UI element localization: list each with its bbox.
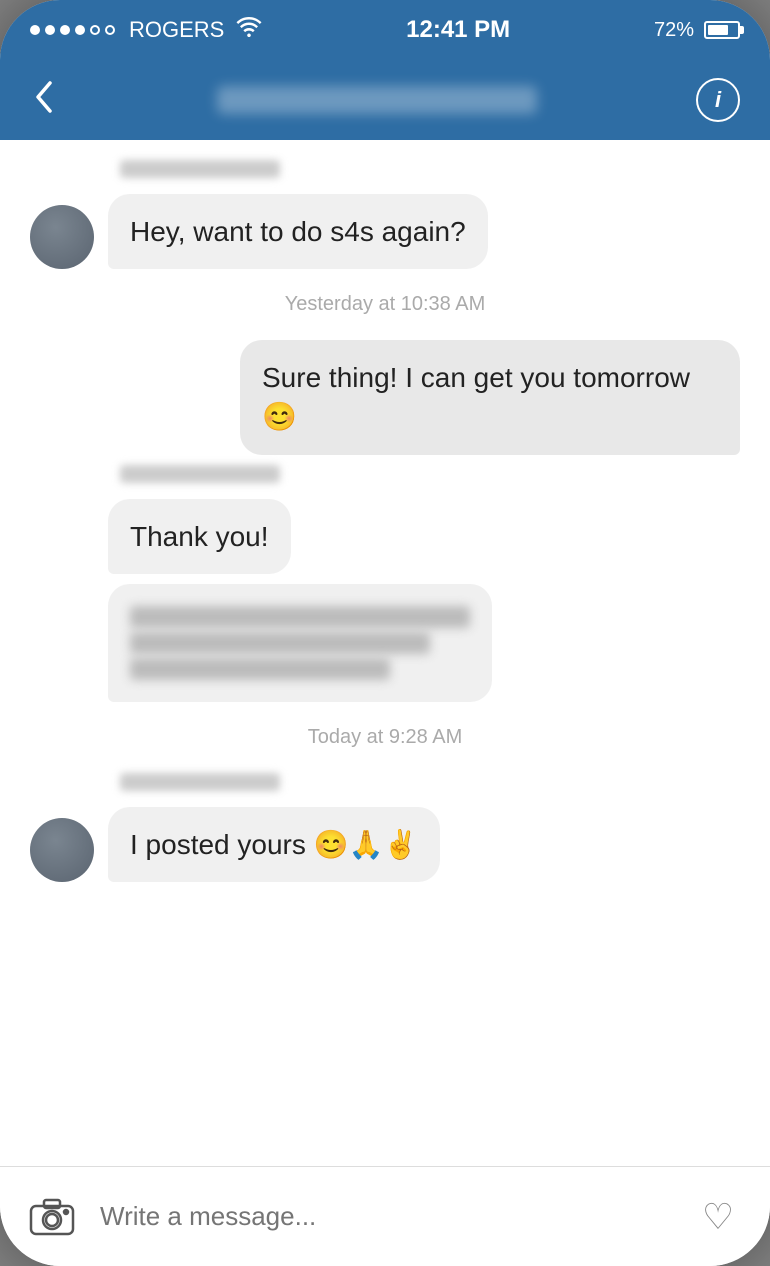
timestamp-1: Yesterday at 10:38 AM [30,293,740,316]
carrier-name: ROGERS [129,17,224,43]
camera-icon [29,1198,75,1236]
input-bar: ♡ [0,1166,770,1266]
message-row-1: Hey, want to do s4s again? [30,194,740,269]
signal-dots [30,25,115,35]
heart-button[interactable]: ♡ [690,1189,746,1245]
nav-title-blurred [217,86,537,114]
dot1 [30,25,40,35]
camera-button[interactable] [24,1189,80,1245]
blurred-bubble [108,584,492,702]
info-button[interactable]: i [696,78,740,122]
message-input[interactable] [100,1201,670,1232]
message-row-3: Thank you! [30,499,740,574]
dot6 [105,25,115,35]
message-row-5: I posted yours 😊🙏✌️ [30,807,740,882]
bubble-5: I posted yours 😊🙏✌️ [108,807,440,882]
avatar-1 [30,205,94,269]
status-time: 12:41 PM [406,16,510,44]
status-left: ROGERS [30,17,262,43]
dot5 [90,25,100,35]
heart-icon: ♡ [702,1196,734,1238]
nav-title-area [58,86,696,114]
sender-name-5 [30,773,740,797]
sender-name-3 [30,465,740,489]
dot2 [45,25,55,35]
battery-icon [704,21,740,39]
avatar-2 [30,818,94,882]
battery-fill [708,25,728,35]
back-button[interactable] [30,75,58,125]
bubble-2: Sure thing! I can get you tomorrow 😊 [240,340,740,454]
nav-bar: i [0,60,770,140]
message-row-2: Sure thing! I can get you tomorrow 😊 [30,340,740,454]
bubble-3: Thank you! [108,499,291,574]
wifi-icon [236,17,262,43]
status-right: 72% [654,19,740,42]
timestamp-2: Today at 9:28 AM [30,726,740,749]
battery-percent: 72% [654,19,694,42]
phone-frame: ROGERS 12:41 PM 72% [0,0,770,1266]
message-row-4 [30,584,740,702]
status-bar: ROGERS 12:41 PM 72% [0,0,770,60]
dot3 [60,25,70,35]
dot4 [75,25,85,35]
messages-area: Hey, want to do s4s again? Yesterday at … [0,140,770,1166]
sender-name-1 [30,160,740,184]
bubble-1: Hey, want to do s4s again? [108,194,488,269]
